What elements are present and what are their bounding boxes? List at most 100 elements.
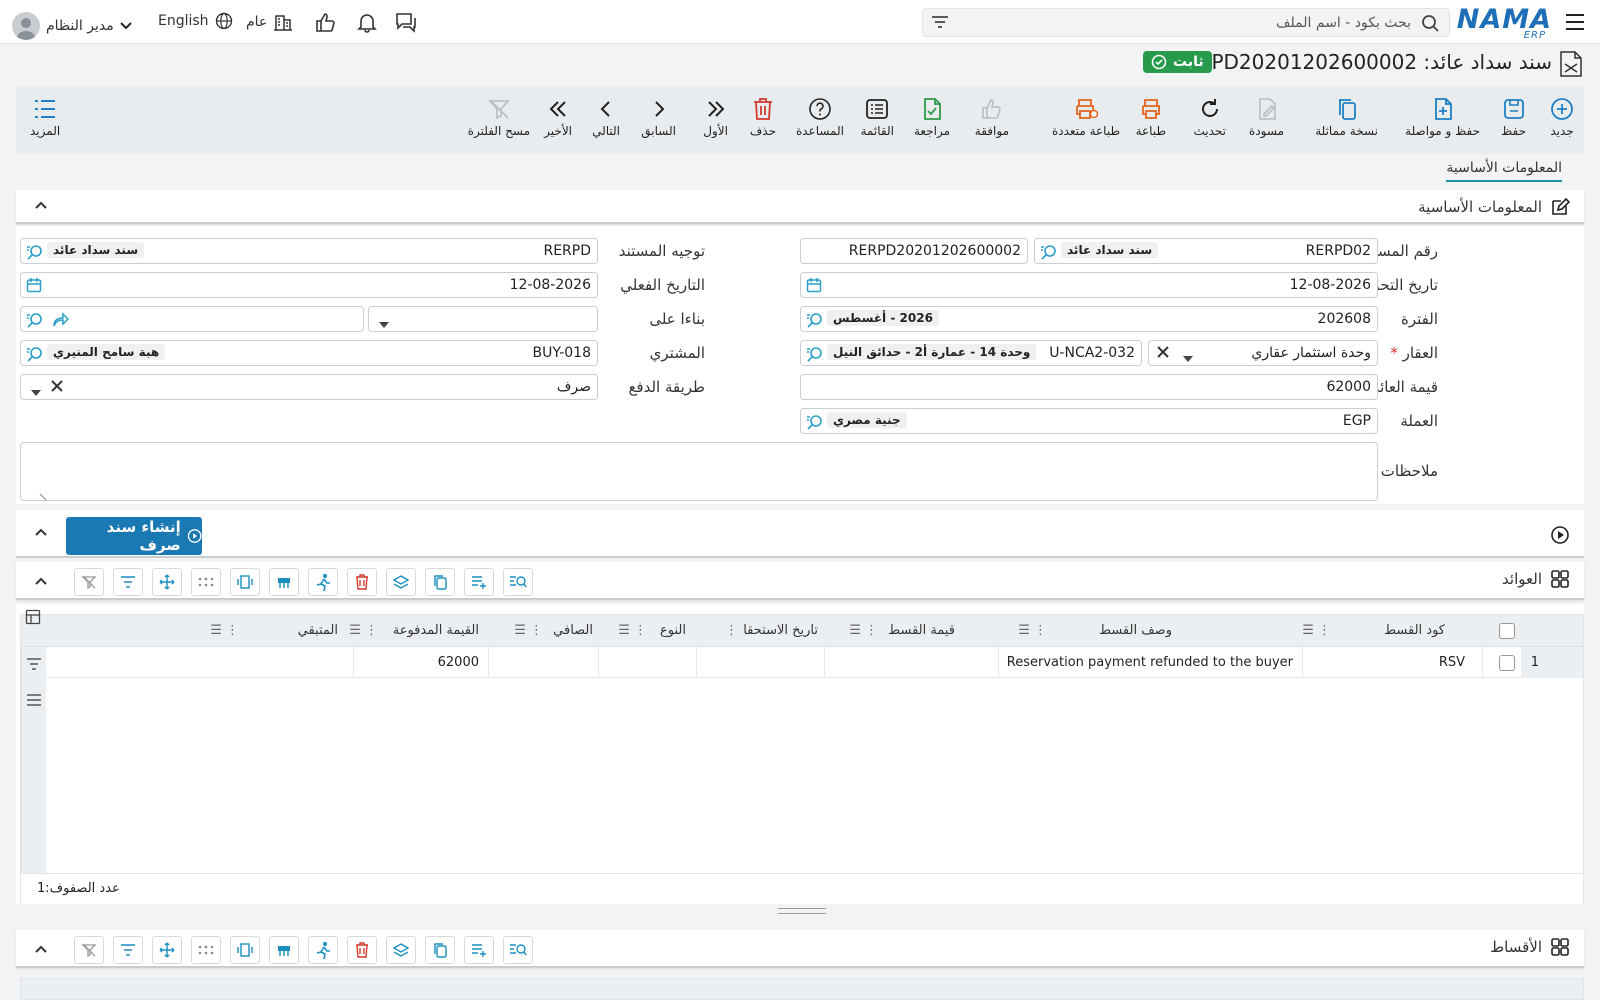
filter-icon[interactable] xyxy=(931,15,949,33)
payment-method-select[interactable]: صرف xyxy=(20,374,598,400)
layers-icon[interactable] xyxy=(386,568,416,596)
property-field[interactable]: U-NCA2-032 وحدة 14 - عمارة أ2 - حدائق ال… xyxy=(800,340,1142,366)
currency-field[interactable]: EGP جنية مصري xyxy=(800,408,1378,434)
last-button[interactable]: الأخير xyxy=(544,94,572,138)
buyer-field[interactable]: BUY-018 هبة سامح المنيري xyxy=(20,340,598,366)
save-button[interactable]: حفظ xyxy=(1501,94,1526,138)
calendar-icon[interactable] xyxy=(806,277,822,297)
table-settings-icon[interactable] xyxy=(25,609,41,629)
table-row[interactable] xyxy=(46,647,1559,678)
app-logo[interactable]: NAMA ERP xyxy=(1457,4,1552,41)
filter-icon[interactable]: ⋮ ☰ xyxy=(349,623,378,638)
dots-grid-icon[interactable] xyxy=(191,568,221,596)
user-menu[interactable]: مدير النظام xyxy=(12,12,132,40)
col-header-amount[interactable]: قيمة القسط xyxy=(888,623,955,638)
new-button[interactable]: جديد xyxy=(1550,94,1574,138)
delete-button[interactable]: حذف xyxy=(750,94,776,138)
filter-icon[interactable] xyxy=(113,936,143,964)
doc-direction-field[interactable]: RERPD سند سداد عائد xyxy=(20,238,598,264)
col-header-type[interactable]: النوع xyxy=(660,623,686,638)
copy-icon[interactable] xyxy=(425,936,455,964)
freeze-icon[interactable] xyxy=(269,936,299,964)
filter-icon[interactable]: ⋮ ☰ xyxy=(1018,623,1047,638)
filter-icon[interactable] xyxy=(113,568,143,596)
tab-basic-info[interactable]: المعلومات الأساسية xyxy=(1446,160,1562,182)
trash-icon[interactable] xyxy=(347,936,377,964)
save-continue-button[interactable]: حفظ و مواصلة xyxy=(1405,94,1480,138)
doc-series-field[interactable]: RERPD02 سند سداد عائد xyxy=(1034,238,1378,264)
row-checkbox[interactable] xyxy=(1499,655,1515,671)
chevron-up-icon[interactable] xyxy=(34,198,48,216)
col-header-paid[interactable]: القيمة المدفوعة xyxy=(393,623,479,638)
edit-date-field[interactable]: 12-08-2026 xyxy=(800,272,1378,298)
multi-print-button[interactable]: طباعة متعددة xyxy=(1052,94,1120,138)
refresh-button[interactable]: تحديث xyxy=(1193,94,1226,138)
clear-filter-icon[interactable] xyxy=(74,568,104,596)
filter-icon[interactable]: ⋮ ☰ xyxy=(514,623,543,638)
approve-button[interactable]: موافقة xyxy=(975,94,1009,138)
add-row-icon[interactable] xyxy=(464,936,494,964)
clear-filter-icon[interactable] xyxy=(74,936,104,964)
chevron-up-icon[interactable] xyxy=(34,525,48,543)
hamburger-menu-icon[interactable] xyxy=(1564,12,1586,36)
trash-icon[interactable] xyxy=(347,568,377,596)
filter-icon[interactable]: ⋮ ☰ xyxy=(618,623,647,638)
based-on-type-select[interactable] xyxy=(368,306,598,332)
col-header-desc[interactable]: وصف القسط xyxy=(1099,623,1172,638)
fit-columns-icon[interactable] xyxy=(230,936,260,964)
dots-grid-icon[interactable] xyxy=(191,936,221,964)
more-button[interactable]: المزيد xyxy=(30,94,60,138)
filter-icon[interactable]: ⋮ xyxy=(725,623,738,638)
resize-splitter-handle[interactable] xyxy=(778,908,826,914)
next-button[interactable]: التالي xyxy=(592,94,620,138)
share-icon[interactable] xyxy=(51,311,70,333)
review-button[interactable]: مراجعة xyxy=(914,94,950,138)
clear-icon[interactable] xyxy=(1157,346,1169,362)
move-icon[interactable] xyxy=(152,936,182,964)
chevron-up-icon[interactable] xyxy=(34,574,48,592)
col-header-code[interactable]: كود القسط xyxy=(1384,623,1445,638)
fit-columns-icon[interactable] xyxy=(230,568,260,596)
create-payment-voucher-button[interactable]: إنشاء سند صرف xyxy=(66,517,202,555)
search-rows-icon[interactable] xyxy=(503,936,533,964)
lookup-icon[interactable] xyxy=(26,243,44,265)
based-on-field[interactable] xyxy=(20,306,364,332)
branch-selector[interactable]: عام xyxy=(246,12,293,32)
clear-icon[interactable] xyxy=(51,380,63,396)
filter-icon[interactable]: ⋮ ☰ xyxy=(210,623,239,638)
run-icon[interactable] xyxy=(308,936,338,964)
return-value-field[interactable]: 62000 xyxy=(800,374,1378,400)
list-button[interactable]: القائمة xyxy=(861,94,894,138)
global-search[interactable]: بحث بكود - اسم الملف xyxy=(922,8,1450,37)
clear-filter-button[interactable]: مسح الفلترة xyxy=(468,94,530,138)
move-icon[interactable] xyxy=(152,568,182,596)
calendar-icon[interactable] xyxy=(26,277,42,297)
help-button[interactable]: المساعدة xyxy=(796,94,844,138)
chat-icon[interactable] xyxy=(394,11,418,37)
section-basic-info-header[interactable]: المعلومات الأساسية xyxy=(16,190,1584,224)
print-button[interactable]: طباعة xyxy=(1136,94,1166,138)
filter-icon[interactable]: ⋮ ☰ xyxy=(849,623,878,638)
doc-number-field[interactable]: RERPD20201202600002 xyxy=(800,238,1028,264)
property-type-select[interactable]: وحدة استثمار عقاري xyxy=(1148,340,1378,366)
chevron-up-icon[interactable] xyxy=(34,942,48,960)
play-circle-icon[interactable] xyxy=(1550,525,1570,549)
col-header-remaining[interactable]: المتبقي xyxy=(298,623,338,638)
actual-date-field[interactable]: 12-08-2026 xyxy=(20,272,598,298)
add-row-icon[interactable] xyxy=(464,568,494,596)
col-header-net[interactable]: الصافي xyxy=(553,623,593,638)
lookup-icon[interactable] xyxy=(806,413,824,435)
col-header-due[interactable]: تاريخ الاستحقا xyxy=(743,623,818,638)
copy-icon[interactable] xyxy=(425,568,455,596)
first-button[interactable]: الأول xyxy=(703,94,728,138)
layers-icon[interactable] xyxy=(386,936,416,964)
resize-handle-icon[interactable] xyxy=(39,489,47,505)
search-rows-icon[interactable] xyxy=(503,568,533,596)
filter-icon[interactable] xyxy=(26,657,42,675)
lookup-icon[interactable] xyxy=(26,311,44,333)
select-all-checkbox[interactable] xyxy=(1499,623,1515,639)
duplicate-button[interactable]: نسخة مماثلة xyxy=(1315,94,1378,138)
draft-button[interactable]: مسودة xyxy=(1249,94,1284,138)
notes-textarea[interactable] xyxy=(20,442,1378,501)
menu-icon[interactable] xyxy=(26,693,42,711)
